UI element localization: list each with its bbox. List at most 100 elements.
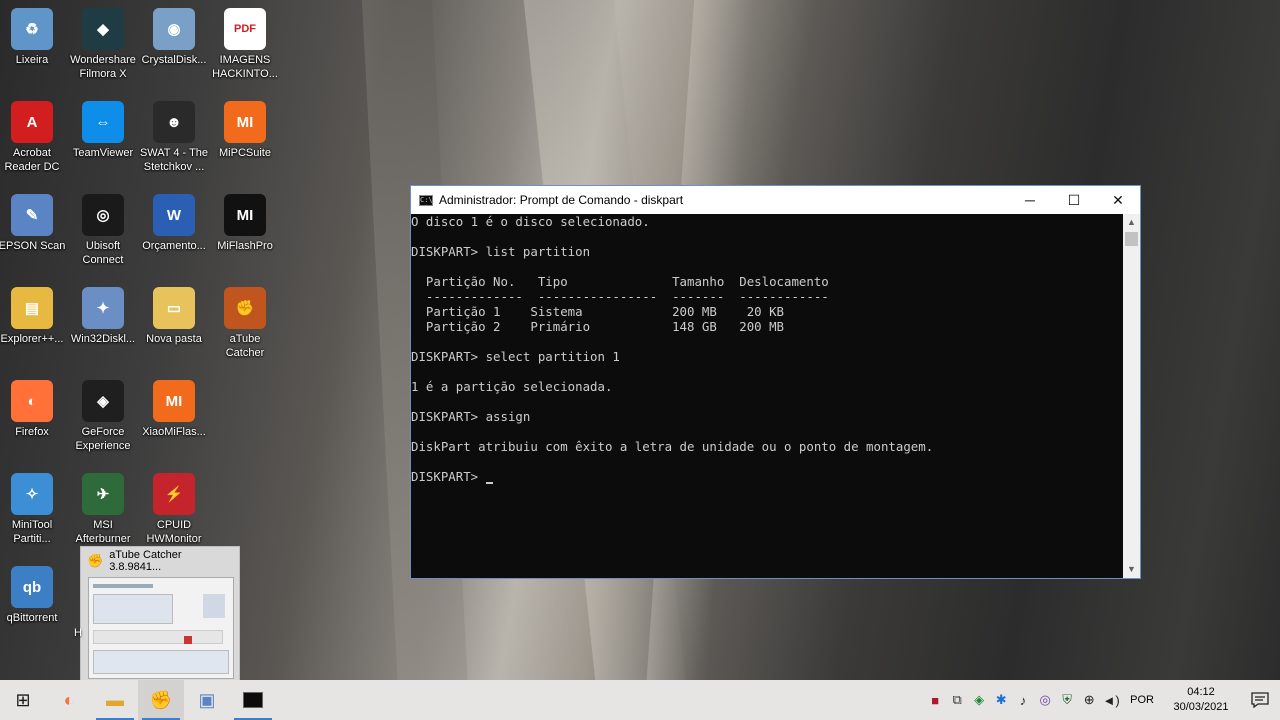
- notification-icon[interactable]: [1240, 680, 1280, 720]
- desktop-icon[interactable]: qb qBittorrent: [0, 566, 68, 625]
- taskbar-button[interactable]: ▬: [92, 680, 138, 720]
- preview-title-bar: ✊ aTube Catcher 3.8.9841...: [81, 547, 239, 575]
- desktop-icon[interactable]: ✎ EPSON Scan: [0, 194, 68, 253]
- scroll-up-arrow-icon[interactable]: ▲: [1123, 214, 1140, 231]
- teamviewer-icon: ⇔: [82, 101, 124, 143]
- desktop-icon[interactable]: ◐ Firefox: [0, 380, 68, 439]
- console-cursor: [485, 482, 493, 484]
- console-output[interactable]: O disco 1 é o disco selecionado. DISKPART…: [411, 214, 1125, 578]
- desktop-icon[interactable]: ◈ GeForce Experience: [67, 380, 139, 453]
- desktop-icon-label: IMAGENS HACKINTO...: [212, 54, 278, 80]
- desktop-icon-label: MiPCSuite: [219, 147, 271, 159]
- security-shield-icon[interactable]: ⛨: [1056, 680, 1078, 720]
- console-line: O disco 1 é o disco selecionado.: [411, 214, 650, 229]
- desktop-icon-label: Win32Diskl...: [70, 333, 136, 345]
- console-line: DiskPart atribuiu com êxito a letra de u…: [411, 439, 934, 454]
- desktop-icon[interactable]: ✊ aTube Catcher: [209, 287, 281, 360]
- desktop-icon-label: XiaoMiFlas...: [142, 426, 206, 438]
- geforce-icon: ◈: [82, 380, 124, 422]
- crystaldisk-icon: ◉: [153, 8, 195, 50]
- cmd-icon: C:\: [419, 194, 433, 206]
- msi-afterburner-icon: ✈: [82, 473, 124, 515]
- desktop-icon-label: Nova pasta: [146, 333, 202, 345]
- win32disk-icon: ✦: [82, 287, 124, 329]
- language-indicator[interactable]: POR: [1122, 694, 1162, 706]
- filmora-icon: ◆: [82, 8, 124, 50]
- clock[interactable]: 04:12 30/03/2021: [1162, 685, 1240, 715]
- close-button[interactable]: ✕: [1096, 186, 1140, 214]
- desktop-icon[interactable]: W Orçamento...: [138, 194, 210, 253]
- scroll-down-arrow-icon[interactable]: ▼: [1123, 561, 1140, 578]
- taskbar-button[interactable]: ⊞: [0, 680, 46, 720]
- bluetooth-icon[interactable]: ✱: [990, 680, 1012, 720]
- pdf-file-icon: PDF: [224, 8, 266, 50]
- desktop-icon-label: GeForce Experience: [75, 426, 131, 452]
- folder-icon: ▭: [153, 287, 195, 329]
- file-explorer-icon: ▬: [106, 689, 124, 710]
- taskbar-button[interactable]: ◐: [46, 680, 92, 720]
- console-line: Partição 1 Sistema 200 MB 20 KB: [411, 304, 784, 319]
- red-app-icon[interactable]: ■: [924, 680, 946, 720]
- desktop-icon-label: EPSON Scan: [0, 240, 66, 252]
- firefox-icon: ◐: [63, 689, 75, 710]
- volume-icon[interactable]: ◄): [1100, 680, 1122, 720]
- desktop-icon[interactable]: MI XiaoMiFlas...: [138, 380, 210, 439]
- desktop-icon-label: Orçamento...: [142, 240, 206, 252]
- desktop-icon-label: Acrobat Reader DC: [4, 147, 60, 173]
- taskbar-button[interactable]: ✊: [138, 680, 184, 720]
- taskbar-button[interactable]: [230, 680, 276, 720]
- desktop-icon[interactable]: MI MiFlashPro: [209, 194, 281, 253]
- desktop-icon-label: TeamViewer: [72, 147, 134, 159]
- cmd-icon: [243, 692, 263, 708]
- atube-catcher-icon: ✊: [224, 287, 266, 329]
- desktop-icon[interactable]: ⇔ TeamViewer: [67, 101, 139, 160]
- acrobat-icon: A: [11, 101, 53, 143]
- system-tray: ■ ⧉ ◈ ✱ ♪ ◎ ⛨ ⊕ ◄) POR 04:12 30/03/2021: [924, 680, 1280, 720]
- desktop-icon-label: Firefox: [15, 426, 49, 438]
- scrollbar-thumb[interactable]: [1125, 232, 1138, 246]
- console-line: DISKPART> select partition 1: [411, 349, 620, 364]
- desktop-icon[interactable]: ◆ Wondershare Filmora X: [67, 8, 139, 81]
- desktop-icon[interactable]: ✈ MSI Afterburner: [67, 473, 139, 546]
- desktop-icon-label: qBittorrent: [6, 612, 58, 624]
- desktop-icon[interactable]: MI MiPCSuite: [209, 101, 281, 160]
- desktop-icon[interactable]: ♻ Lixeira: [0, 8, 68, 67]
- desktop-icon[interactable]: ◎ Ubisoft Connect: [67, 194, 139, 267]
- nvidia-icon[interactable]: ◈: [968, 680, 990, 720]
- vertical-scrollbar[interactable]: ▲ ▼: [1123, 214, 1140, 578]
- desktop-icon[interactable]: ✧ MiniTool Partiti...: [0, 473, 68, 546]
- desktop-icon-label: MiniTool Partiti...: [11, 519, 53, 545]
- cmd-window[interactable]: C:\ Administrador: Prompt de Comando - d…: [410, 185, 1141, 579]
- microphone-icon[interactable]: ♪: [1012, 680, 1034, 720]
- desktop-icon-label: Lixeira: [15, 54, 49, 66]
- disk-icon[interactable]: ◎: [1034, 680, 1056, 720]
- desktop-icon[interactable]: ▭ Nova pasta: [138, 287, 210, 346]
- swat4-icon: ☻: [153, 101, 195, 143]
- desktop-icon-label: Explorer++...: [0, 333, 64, 345]
- desktop-icon[interactable]: PDF IMAGENS HACKINTO...: [209, 8, 281, 81]
- desktop-icon[interactable]: ⚡ CPUID HWMonitor: [138, 473, 210, 546]
- minimize-button[interactable]: ─: [1008, 186, 1052, 214]
- desktop-icon[interactable]: A Acrobat Reader DC: [0, 101, 68, 174]
- taskbar-thumbnail-preview[interactable]: ✊ aTube Catcher 3.8.9841... H: [74, 546, 240, 684]
- atube-catcher-icon: ✊: [149, 689, 173, 710]
- cmd-window-title: Administrador: Prompt de Comando - diskp…: [439, 193, 684, 207]
- desktop-icon[interactable]: ✦ Win32Diskl...: [67, 287, 139, 346]
- desktop-icon[interactable]: ◉ CrystalDisk...: [138, 8, 210, 67]
- usb-device-icon[interactable]: ⧉: [946, 680, 968, 720]
- preview-title: aTube Catcher 3.8.9841...: [109, 549, 182, 573]
- word-doc-icon: W: [153, 194, 195, 236]
- desktop-icon[interactable]: ☻ SWAT 4 - The Stetchkov ...: [138, 101, 210, 174]
- console-line: DISKPART> list partition: [411, 244, 591, 259]
- hwmonitor-icon: ⚡: [153, 473, 195, 515]
- cmd-title-bar[interactable]: C:\ Administrador: Prompt de Comando - d…: [411, 186, 1140, 214]
- taskbar-button[interactable]: ▣: [184, 680, 230, 720]
- firefox-icon: ◐: [11, 380, 53, 422]
- maximize-button[interactable]: ☐: [1052, 186, 1096, 214]
- desktop-icon[interactable]: ▤ Explorer++...: [0, 287, 68, 346]
- network-globe-icon[interactable]: ⊕: [1078, 680, 1100, 720]
